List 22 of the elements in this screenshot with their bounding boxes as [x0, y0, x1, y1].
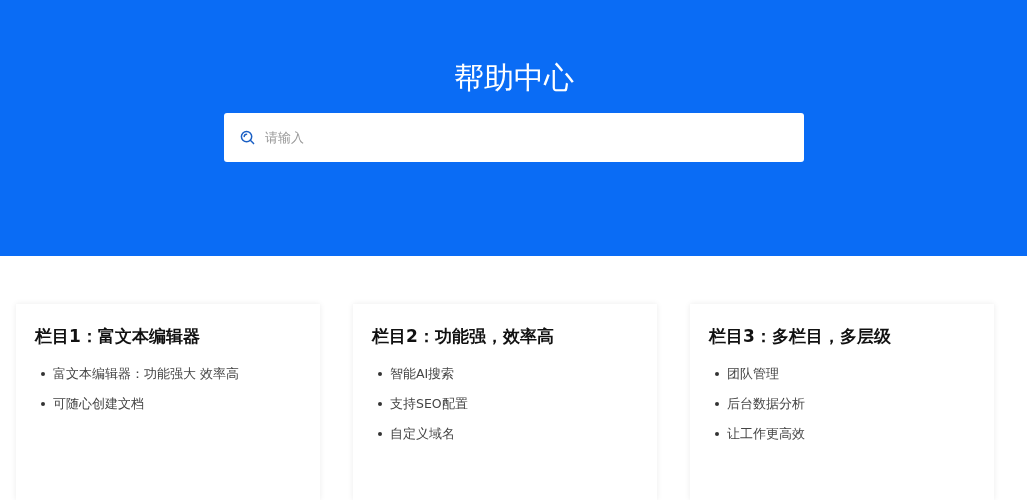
bullet-icon	[378, 432, 382, 436]
bullet-icon	[41, 402, 45, 406]
card-title: 栏目3：多栏目，多层级	[709, 325, 892, 347]
bullet-icon	[715, 402, 719, 406]
bullet-icon	[41, 372, 45, 376]
list-item: 让工作更高效	[727, 425, 805, 443]
bullet-icon	[715, 372, 719, 376]
list-item: 支持SEO配置	[390, 395, 468, 413]
search-field[interactable]: 请输入	[223, 113, 804, 162]
bullet-icon	[715, 432, 719, 436]
search-icon	[239, 130, 255, 145]
page-title: 帮助中心	[453, 59, 574, 97]
list-item: 自定义域名	[390, 425, 455, 443]
bullet-icon	[378, 402, 382, 406]
card-title: 栏目2：功能强，效率高	[372, 325, 555, 347]
list-item: 可随心创建文档	[53, 395, 144, 413]
card-title: 栏目1：富文本编辑器	[35, 325, 201, 347]
bullet-icon	[378, 372, 382, 376]
list-item: 团队管理	[727, 365, 779, 383]
list-item: 智能AI搜索	[390, 365, 455, 383]
list-item: 后台数据分析	[727, 395, 805, 413]
list-item: 富文本编辑器：功能强大 效率高	[53, 365, 239, 383]
